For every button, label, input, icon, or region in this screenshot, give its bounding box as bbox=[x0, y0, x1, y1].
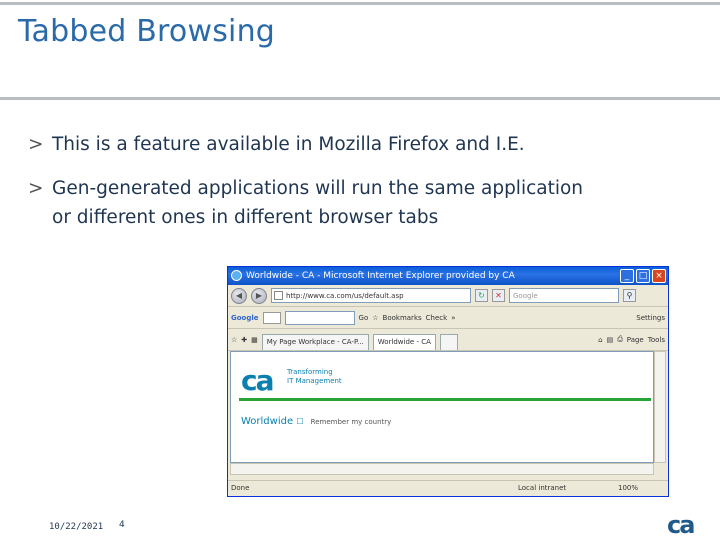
remember-checkbox[interactable]: ☐ bbox=[296, 417, 303, 426]
address-field[interactable]: http://www.ca.com/us/default.asp bbox=[271, 288, 471, 303]
page-number: 4 bbox=[119, 520, 125, 530]
window-titlebar: Worldwide - CA - Microsoft Internet Expl… bbox=[228, 267, 668, 285]
search-input[interactable]: Google bbox=[509, 288, 619, 303]
horizontal-scrollbar[interactable] bbox=[230, 463, 654, 475]
forward-button[interactable]: ▶ bbox=[251, 287, 267, 304]
google-toolbar: Google Go ☆ Bookmarks Check » Settings bbox=[228, 307, 668, 329]
zone-text: Local intranet bbox=[518, 484, 567, 492]
window-title: Worldwide - CA - Microsoft Internet Expl… bbox=[246, 271, 515, 281]
new-tab-button[interactable] bbox=[439, 334, 458, 350]
home-icon[interactable]: ⌂ bbox=[598, 336, 602, 344]
google-label: Google bbox=[231, 313, 259, 322]
bullet-text: This is a feature available in Mozilla F… bbox=[52, 134, 525, 155]
address-bar-row: ◀ ▶ http://www.ca.com/us/default.asp ↻ ✕… bbox=[228, 285, 668, 307]
stop-icon[interactable]: ✕ bbox=[492, 289, 505, 302]
bullet-text-continued: or different ones in different browser t… bbox=[52, 207, 439, 228]
bookmarks-button[interactable]: Bookmarks bbox=[383, 314, 422, 322]
search-icon[interactable]: ⚲ bbox=[623, 289, 636, 302]
region-label: Worldwide bbox=[241, 416, 294, 427]
quick-tabs-icon[interactable]: ▦ bbox=[251, 336, 258, 344]
footer-date: 10/22/2021 bbox=[49, 522, 104, 532]
ca-logo: ca bbox=[241, 364, 274, 397]
slide-title: Tabbed Browsing bbox=[18, 14, 276, 49]
bullet-1: > This is a feature available in Mozilla … bbox=[28, 130, 525, 159]
check-button[interactable]: Check bbox=[426, 314, 448, 322]
page-menu-button[interactable]: Page bbox=[627, 336, 644, 344]
browser-screenshot: Worldwide - CA - Microsoft Internet Expl… bbox=[227, 266, 669, 497]
tab-my-page[interactable]: My Page Workplace - CA-P... bbox=[261, 334, 369, 350]
status-text: Done bbox=[231, 484, 250, 492]
ie-icon bbox=[231, 270, 242, 281]
tab-worldwide-ca[interactable]: Worldwide - CA bbox=[372, 334, 436, 350]
close-button[interactable]: × bbox=[652, 269, 666, 283]
tagline: Transforming IT Management bbox=[287, 368, 342, 385]
print-icon[interactable]: ⎙ bbox=[617, 335, 623, 344]
google-dropdown[interactable] bbox=[262, 311, 281, 324]
page-content: ca Transforming IT Management Worldwide … bbox=[230, 351, 654, 463]
bullet-2: > Gen-generated applications will run the… bbox=[28, 174, 583, 232]
footer-logo: ca bbox=[667, 511, 695, 539]
star-icon[interactable]: ☆ bbox=[372, 314, 378, 322]
favorites-star-icon[interactable]: ☆ bbox=[231, 336, 237, 344]
chevron-right-icon[interactable]: » bbox=[451, 314, 455, 322]
vertical-scrollbar[interactable] bbox=[654, 351, 666, 463]
maximize-button[interactable]: □ bbox=[636, 269, 650, 283]
bullet-marker: > bbox=[28, 134, 44, 155]
google-go-button[interactable]: Go bbox=[359, 314, 369, 322]
feeds-icon[interactable]: ▤ bbox=[607, 336, 614, 344]
tools-menu-button[interactable]: Tools bbox=[648, 336, 665, 344]
page-icon bbox=[274, 291, 283, 300]
region-selector[interactable]: Worldwide ☐ Remember my country bbox=[241, 416, 391, 427]
remember-label: Remember my country bbox=[310, 418, 392, 426]
refresh-icon[interactable]: ↻ bbox=[475, 289, 488, 302]
tab-row: ☆ ✚ ▦ My Page Workplace - CA-P... Worldw… bbox=[228, 329, 668, 351]
back-button[interactable]: ◀ bbox=[231, 287, 247, 304]
minimize-button[interactable]: _ bbox=[620, 269, 634, 283]
title-rule bbox=[0, 97, 720, 100]
bullet-text: Gen-generated applications will run the … bbox=[52, 178, 584, 199]
zoom-level[interactable]: 100% bbox=[618, 481, 638, 496]
green-divider bbox=[239, 398, 651, 401]
status-bar: Done Local intranet 100% bbox=[228, 480, 668, 496]
settings-button[interactable]: Settings bbox=[636, 314, 665, 322]
add-favorites-icon[interactable]: ✚ bbox=[241, 336, 247, 344]
bullet-marker: > bbox=[28, 178, 44, 199]
google-search-input[interactable] bbox=[284, 310, 355, 325]
top-rule bbox=[0, 2, 720, 5]
